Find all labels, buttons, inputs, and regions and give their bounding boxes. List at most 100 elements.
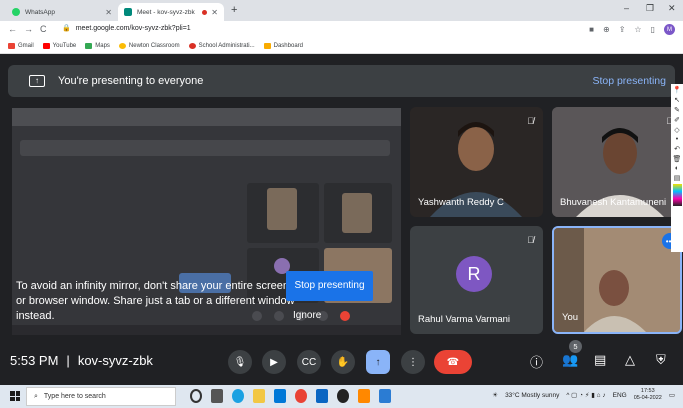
host-controls-icon[interactable]: ⛨ bbox=[656, 352, 666, 368]
microphone-button[interactable]: 🎙 bbox=[228, 350, 252, 374]
stop-presenting-button[interactable]: Stop presenting bbox=[286, 271, 373, 301]
new-tab-button[interactable]: + bbox=[231, 4, 237, 16]
clipboard-icon[interactable]: ▤ bbox=[674, 174, 681, 182]
cortana-icon[interactable] bbox=[190, 389, 202, 403]
dashboard-icon bbox=[263, 43, 271, 49]
edge-icon[interactable] bbox=[232, 389, 244, 403]
maximize-button[interactable]: ❐ bbox=[646, 3, 654, 14]
mail-icon[interactable] bbox=[316, 389, 328, 403]
language-indicator[interactable]: ENG bbox=[613, 392, 627, 399]
notifications-icon[interactable]: ▭ bbox=[669, 391, 675, 399]
windows-taskbar: ⌕ Type here to search ☀ 33°C Mostly sunn… bbox=[0, 385, 683, 408]
present-icon: ↑ bbox=[29, 75, 45, 87]
presenting-message: You're presenting to everyone bbox=[58, 75, 204, 87]
weather-text[interactable]: 33°C Mostly sunny bbox=[505, 392, 559, 399]
browser-tab-strip: WhatsApp ✕ Meet - kov-syvz-zbk ✕ + – ❐ ✕ bbox=[0, 0, 683, 21]
tab-meet[interactable]: Meet - kov-syvz-zbk ✕ bbox=[118, 3, 224, 21]
bookmark-maps[interactable]: Maps bbox=[85, 43, 110, 49]
more-options-button[interactable]: ⋮ bbox=[401, 350, 425, 374]
dot-icon[interactable]: • bbox=[676, 136, 678, 143]
leave-call-button[interactable]: ☎ bbox=[434, 350, 472, 374]
meeting-code: kov-syvz-zbk bbox=[77, 353, 153, 368]
forward-button[interactable]: → bbox=[24, 24, 33, 34]
bookmark-youtube[interactable]: YouTube bbox=[42, 43, 76, 49]
meet-icon bbox=[124, 8, 132, 16]
bookmark-newton[interactable]: Newton Classroom bbox=[118, 43, 180, 49]
people-icon[interactable]: 👥 bbox=[562, 352, 578, 368]
youtube-icon bbox=[42, 43, 50, 49]
mic-off-icon: 🎙̸ bbox=[527, 116, 534, 126]
app-icon[interactable] bbox=[337, 389, 349, 403]
whatsapp-icon bbox=[12, 8, 20, 16]
reload-button[interactable]: C bbox=[40, 24, 47, 34]
participant-tile[interactable]: 🎙̸ Yashwanth Reddy C bbox=[410, 107, 543, 217]
bookmark-gmail[interactable]: Gmail bbox=[8, 43, 34, 49]
sidebar-icon[interactable]: ▯ bbox=[651, 25, 655, 34]
camera-indicator-icon[interactable]: ■ bbox=[589, 25, 594, 34]
ignore-button[interactable]: Ignore bbox=[293, 310, 321, 321]
separator: | bbox=[66, 353, 70, 368]
participant-tile[interactable]: 🎙̸ R Rahul Varma Varmani bbox=[410, 226, 543, 334]
trash-icon[interactable]: 🗑 bbox=[673, 155, 682, 163]
pen-icon[interactable]: ✎ bbox=[674, 106, 680, 114]
bookmarks-bar: Gmail YouTube Maps Newton Classroom Scho… bbox=[0, 39, 683, 54]
url-field[interactable]: 🔒 meet.google.com/kov-syvz-zbk?pli=1 bbox=[62, 24, 191, 33]
close-tab-icon[interactable]: ✕ bbox=[105, 8, 112, 17]
participant-tile[interactable]: 🎙̸ Bhuvanesh Kantamuneni bbox=[552, 107, 682, 217]
tab-whatsapp[interactable]: WhatsApp ✕ bbox=[6, 3, 118, 21]
info-icon[interactable]: ⓘ bbox=[530, 352, 543, 371]
captions-button[interactable]: CC bbox=[297, 350, 321, 374]
eraser-icon[interactable]: ◇ bbox=[674, 126, 679, 134]
close-tab-icon[interactable]: ✕ bbox=[211, 8, 218, 17]
close-window-button[interactable]: ✕ bbox=[668, 3, 676, 14]
present-button[interactable]: ↑ bbox=[366, 350, 390, 374]
shape-icon[interactable]: ◐ bbox=[675, 165, 679, 172]
recording-dot-icon bbox=[202, 9, 208, 15]
weather-icon[interactable]: ☀ bbox=[492, 391, 498, 399]
file-explorer-icon[interactable] bbox=[253, 389, 265, 403]
participant-name: Bhuvanesh Kantamuneni bbox=[560, 197, 667, 208]
tab-label: WhatsApp bbox=[25, 8, 55, 16]
chrome-icon[interactable] bbox=[295, 389, 307, 403]
participant-name: Rahul Varma Varmani bbox=[418, 314, 511, 325]
participant-name: Yashwanth Reddy C bbox=[418, 197, 504, 208]
back-button[interactable]: ← bbox=[8, 24, 17, 34]
highlighter-icon[interactable]: ✐ bbox=[674, 116, 680, 124]
store-icon[interactable] bbox=[274, 389, 286, 403]
lock-icon: 🔒 bbox=[62, 25, 71, 32]
chat-icon[interactable]: ▤ bbox=[594, 352, 606, 368]
url-text: meet.google.com/kov-syvz-zbk?pli=1 bbox=[75, 24, 191, 32]
meet-controls-bar: 5:53 PM | kov-syvz-zbk 🎙 ▶ CC ✋ ↑ ⋮ ☎ ⓘ … bbox=[0, 337, 683, 385]
zoom-icon[interactable]: ⊕ bbox=[603, 25, 610, 34]
bookmark-school[interactable]: School Administrati... bbox=[188, 43, 255, 49]
share-icon[interactable]: ⇪ bbox=[619, 25, 626, 34]
activities-icon[interactable]: △ bbox=[625, 352, 635, 368]
participant-avatar: R bbox=[456, 256, 492, 292]
bookmark-dashboard[interactable]: Dashboard bbox=[263, 43, 303, 49]
photos-icon[interactable] bbox=[379, 389, 391, 403]
windows-start-icon[interactable] bbox=[10, 391, 20, 401]
cursor-icon[interactable]: ↖ bbox=[674, 96, 680, 104]
star-icon[interactable]: ☆ bbox=[634, 25, 641, 34]
tray-icons[interactable]: ^ ▢ ◔ ⚡ ▮ ⌂ ♪ bbox=[566, 391, 605, 399]
taskbar-clock[interactable]: 17:53 05-04-2022 bbox=[634, 388, 662, 402]
pin-icon[interactable]: 📍 bbox=[673, 86, 682, 94]
vlc-icon[interactable] bbox=[358, 389, 370, 403]
tab-label: Meet - kov-syvz-zbk bbox=[137, 8, 195, 16]
mic-off-icon: 🎙̸ bbox=[527, 235, 534, 245]
task-view-icon[interactable] bbox=[211, 389, 223, 403]
profile-avatar[interactable]: M bbox=[664, 24, 675, 35]
raise-hand-button[interactable]: ✋ bbox=[331, 350, 355, 374]
undo-icon[interactable]: ↶ bbox=[674, 145, 680, 153]
search-icon: ⌕ bbox=[34, 392, 38, 400]
stop-presenting-link[interactable]: Stop presenting bbox=[592, 75, 666, 87]
taskbar-search[interactable]: ⌕ Type here to search bbox=[26, 387, 176, 406]
color-swatch-icon[interactable] bbox=[672, 184, 682, 206]
gmail-icon bbox=[8, 43, 15, 49]
minimize-button[interactable]: – bbox=[624, 3, 629, 13]
self-view-tile[interactable]: ••• You bbox=[552, 226, 682, 334]
search-placeholder: Type here to search bbox=[43, 393, 106, 400]
camera-button[interactable]: ▶ bbox=[262, 350, 286, 374]
annotation-toolbar: 📍 ↖ ✎ ✐ ◇ • ↶ 🗑 ◐ ▤ bbox=[671, 84, 683, 252]
maps-icon bbox=[85, 43, 93, 49]
